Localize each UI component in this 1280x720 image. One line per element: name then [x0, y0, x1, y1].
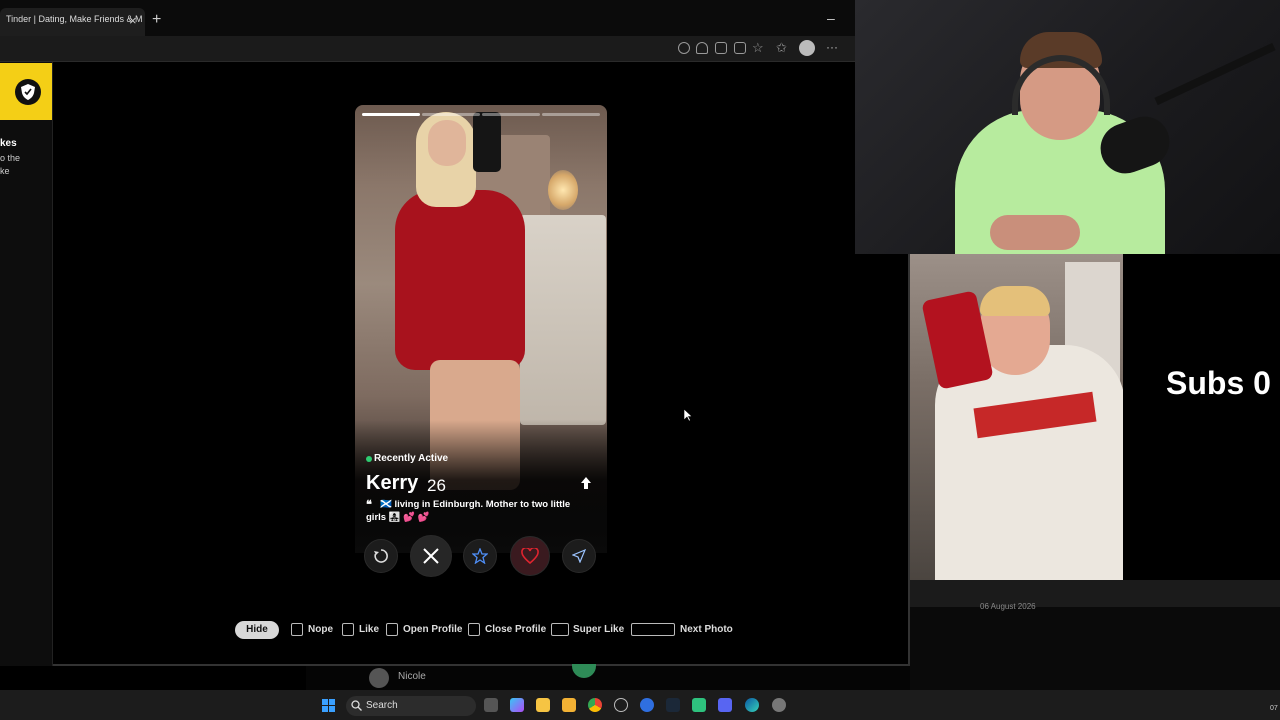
- photo-progress-segment[interactable]: [542, 113, 600, 116]
- shield-icon: [21, 84, 35, 100]
- space-key-icon: [631, 623, 675, 636]
- bio-text: girls 👩‍👧‍👧 💕 💕: [366, 512, 430, 523]
- browser-tab[interactable]: Tinder | Dating, Make Friends & M: [0, 8, 145, 36]
- task-view-icon[interactable]: [484, 698, 498, 712]
- photo-lamp: [548, 170, 578, 210]
- webcam-hand: [990, 215, 1080, 250]
- tab-close-icon[interactable]: ×: [129, 13, 137, 28]
- down-arrow-key-icon: [468, 623, 480, 636]
- hide-shortcuts-button[interactable]: Hide: [235, 621, 279, 639]
- left-arrow-key-icon: [291, 623, 303, 636]
- minimize-button[interactable]: –: [827, 10, 835, 26]
- new-tab-button[interactable]: +: [152, 11, 161, 29]
- notification-icon[interactable]: [696, 42, 708, 54]
- chat-strip: [306, 666, 911, 690]
- photo-phone: [473, 112, 501, 172]
- photo-progress-segment[interactable]: [482, 113, 540, 116]
- app-icon[interactable]: [692, 698, 706, 712]
- send-icon: [572, 549, 586, 563]
- shortcut-open-profile-label: Open Profile: [403, 624, 463, 635]
- shortcut-close-profile-label: Close Profile: [485, 624, 547, 635]
- shortcut-super-like-label: Super Like: [573, 624, 625, 635]
- subs-counter: Subs 0: [1166, 365, 1271, 401]
- heart-icon: [521, 548, 539, 564]
- profile-age: 26: [427, 476, 446, 495]
- active-status-dot: [366, 456, 372, 462]
- super-like-button[interactable]: [463, 539, 497, 573]
- open-profile-arrow-icon[interactable]: [580, 476, 592, 490]
- webcam-hair: [980, 286, 1050, 316]
- settings-dial-icon[interactable]: [614, 698, 628, 712]
- photo-face: [428, 120, 466, 166]
- avatar[interactable]: [369, 668, 389, 688]
- right-arrow-key-icon: [342, 623, 354, 636]
- edge-icon[interactable]: [745, 698, 759, 712]
- search-icon: [351, 700, 362, 711]
- chrome-icon[interactable]: [588, 698, 602, 712]
- favorites-icon[interactable]: ✩: [776, 40, 787, 56]
- shortcut-like-label: Like: [359, 624, 380, 635]
- photo-dress: [395, 190, 525, 370]
- windows-start-icon[interactable]: [322, 699, 335, 712]
- discord-icon[interactable]: [718, 698, 732, 712]
- subs-panel: [1123, 254, 1280, 580]
- file-explorer-icon[interactable]: [536, 698, 550, 712]
- apps-icon[interactable]: [715, 42, 727, 54]
- bio-text: 🏴󠁧󠁢󠁳󠁣󠁴󠁿 living in Edinburgh. Mother to t…: [380, 499, 571, 510]
- promo-text-line: o the: [0, 153, 21, 163]
- active-status-label: Recently Active: [374, 453, 449, 464]
- photo-progress-segment[interactable]: [362, 113, 420, 116]
- enter-key-icon: [551, 623, 569, 636]
- rewind-icon: [374, 549, 388, 563]
- taskbar-search-label: Search: [366, 700, 398, 711]
- send-button[interactable]: [562, 539, 596, 573]
- date-label: 06 August 2026: [980, 602, 1036, 611]
- steam-icon[interactable]: [666, 698, 680, 712]
- promo-title: kes: [0, 138, 17, 149]
- location-icon[interactable]: [678, 42, 690, 54]
- match-name[interactable]: Nicole: [398, 671, 426, 682]
- up-arrow-key-icon: [386, 623, 398, 636]
- shortcut-nope-label: Nope: [308, 624, 333, 635]
- promo-text-line: ke: [0, 166, 10, 176]
- close-icon: [423, 548, 439, 564]
- rewind-button[interactable]: [364, 539, 398, 573]
- shortcut-next-photo-label: Next Photo: [680, 624, 733, 635]
- reader-icon[interactable]: [734, 42, 746, 54]
- browser-profile-avatar[interactable]: [799, 40, 815, 56]
- nope-button[interactable]: [410, 535, 452, 577]
- taskbar-clock: 07: [1270, 705, 1278, 712]
- star-icon: [472, 548, 488, 564]
- tab-title: Tinder | Dating, Make Friends & M: [6, 14, 143, 24]
- like-button[interactable]: [510, 536, 550, 576]
- favorite-star-icon[interactable]: ☆: [752, 40, 764, 56]
- store-icon[interactable]: [562, 698, 576, 712]
- mouse-cursor-icon: [683, 408, 693, 422]
- app-icon[interactable]: [640, 698, 654, 712]
- quote-icon: ❝: [366, 499, 372, 511]
- gear-icon[interactable]: [772, 698, 786, 712]
- date-divider: [910, 580, 1280, 607]
- photo-progress-segment[interactable]: [422, 113, 480, 116]
- copilot-icon[interactable]: [510, 698, 524, 712]
- more-menu-icon[interactable]: ···: [826, 40, 838, 54]
- profile-name: Kerry: [366, 472, 419, 494]
- photo-bed: [520, 215, 606, 425]
